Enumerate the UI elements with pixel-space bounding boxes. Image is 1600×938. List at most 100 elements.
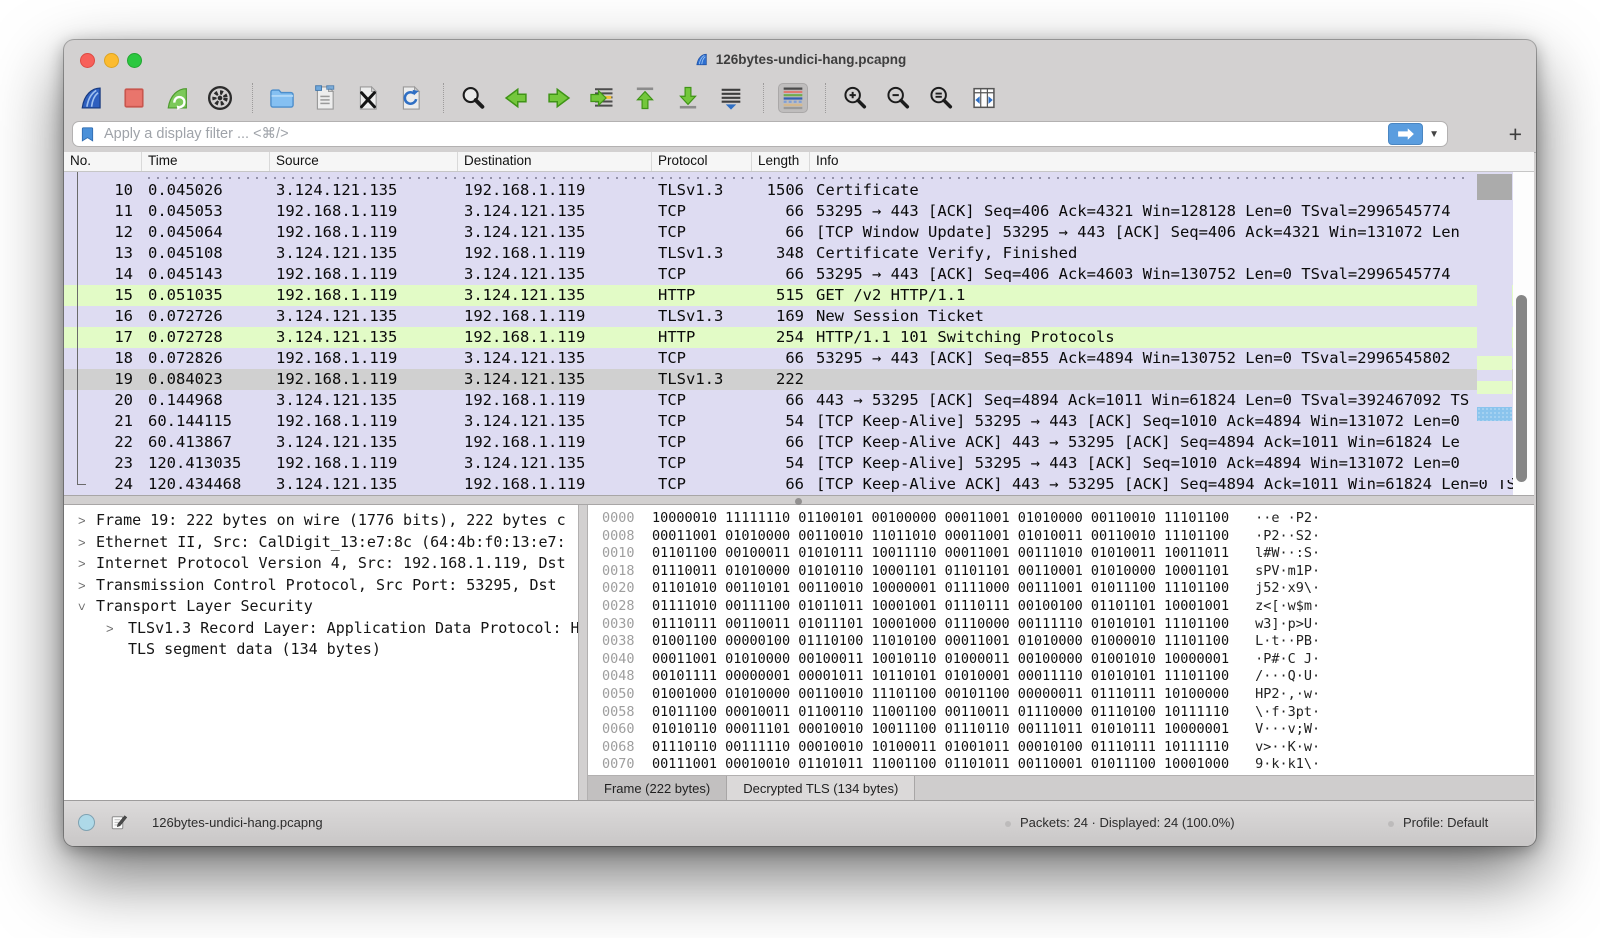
packet-row[interactable]: 24120.4344683.124.121.135192.168.1.119TC… (64, 474, 1534, 495)
packet-cell-time: 0.084023 (142, 369, 270, 390)
open-file-button[interactable] (267, 83, 297, 113)
bookmark-icon[interactable] (79, 126, 96, 143)
scrollbar-thumb[interactable] (1516, 295, 1527, 482)
zoom-reset-button[interactable] (926, 83, 956, 113)
packet-row[interactable]: 110.045053192.168.1.1193.124.121.135TCP6… (64, 201, 1534, 222)
column-header-no[interactable]: No. (64, 152, 142, 171)
go-forward-button[interactable] (544, 83, 574, 113)
restart-capture-button[interactable] (162, 83, 192, 113)
column-header-protocol[interactable]: Protocol (652, 152, 752, 171)
filter-dropdown-chevron-icon[interactable]: ▼ (1429, 129, 1439, 140)
bytes-tab-active[interactable]: Decrypted TLS (134 bytes) (727, 776, 915, 800)
column-header-source[interactable]: Source (270, 152, 458, 171)
close-file-button[interactable] (353, 83, 383, 113)
detail-tree-row[interactable]: > Ethernet II, Src: CalDigit_13:e7:8c (64… (64, 532, 578, 554)
horizontal-splitter[interactable] (64, 495, 1534, 505)
open-file-icon (268, 84, 296, 112)
packet-row[interactable]: 160.0727263.124.121.135192.168.1.119TLSv… (64, 306, 1534, 327)
chevron-right-icon[interactable]: > (78, 532, 86, 554)
packet-bytes-view[interactable]: 000010000010 11111110 01100101 00100000 … (588, 505, 1534, 775)
column-header-length[interactable]: Length (752, 152, 810, 171)
packet-cell-dst: 3.124.121.135 (458, 285, 652, 306)
detail-tree-row[interactable]: >TLSv1.3 Record Layer: Application Data … (64, 618, 578, 640)
stop-capture-button[interactable] (119, 83, 149, 113)
zoom-in-button[interactable] (840, 83, 870, 113)
save-file-button[interactable] (310, 83, 340, 113)
packet-cell-info: Certificate (810, 180, 1534, 201)
go-first-packet-button[interactable] (630, 83, 660, 113)
detail-tree-row[interactable]: >Internet Protocol Version 4, Src: 192.1… (64, 553, 578, 575)
expert-info-icon[interactable] (78, 814, 95, 831)
display-filter-input[interactable] (102, 125, 1388, 143)
start-capture-icon (77, 84, 105, 112)
packet-row[interactable]: 180.072826192.168.1.1193.124.121.135TCP6… (64, 348, 1534, 369)
chevron-right-icon[interactable]: > (78, 510, 86, 532)
packet-cell-info: GET /v2 HTTP/1.1 (810, 285, 1534, 306)
detail-tree-row[interactable]: > Frame 19: 222 bytes on wire (1776 bits)… (64, 510, 578, 532)
resize-columns-button[interactable] (969, 83, 999, 113)
detail-tree-row[interactable]: >Transmission Control Protocol, Src Port… (64, 575, 578, 597)
detail-tree-row[interactable]: TLS segment data (134 bytes) (64, 639, 578, 661)
bytes-bits: 01110111 00110011 01011101 10001000 0111… (652, 616, 1229, 634)
bytes-ascii: ·P#·C J· (1255, 651, 1320, 669)
capture-comment-icon[interactable] (110, 813, 128, 834)
colorize-packets-button[interactable] (778, 83, 808, 113)
packet-cell-dst: 3.124.121.135 (458, 453, 652, 474)
packet-row[interactable]: 100.0450263.124.121.135192.168.1.119TLSv… (64, 180, 1534, 201)
packet-row[interactable]: 23120.413035192.168.1.1193.124.121.135TC… (64, 453, 1534, 474)
packet-cell-time: 0.045053 (142, 201, 270, 222)
packet-cell-dst: 3.124.121.135 (458, 264, 652, 285)
bytes-row: 001801110011 01010000 01010110 10001101 … (588, 563, 1534, 581)
chevron-right-icon[interactable]: > (78, 553, 86, 575)
packet-row[interactable]: 130.0451083.124.121.135192.168.1.119TLSv… (64, 243, 1534, 264)
packet-cell-src: 192.168.1.119 (270, 201, 458, 222)
detail-row-text: Frame 19: 222 bytes on wire (1776 bits),… (96, 511, 566, 529)
scrollbar-track[interactable] (1513, 172, 1534, 495)
intelligent-scrollbar-minimap[interactable] (1477, 172, 1512, 480)
bytes-bits: 01010110 00011101 00010010 10011100 0111… (652, 721, 1229, 739)
packet-row-partial[interactable] (64, 172, 1534, 180)
column-header-time[interactable]: Time (142, 152, 270, 171)
detail-tree-row[interactable]: >Transport Layer Security (64, 596, 578, 618)
chevron-right-icon[interactable]: > (106, 618, 114, 640)
bytes-row: 004800101111 00000001 00001011 10110101 … (588, 668, 1534, 686)
status-profile[interactable]: Profile: Default (1403, 815, 1488, 830)
reload-file-button[interactable] (396, 83, 426, 113)
auto-scroll-button[interactable] (716, 83, 746, 113)
go-to-packet-button[interactable] (587, 83, 617, 113)
vertical-splitter[interactable] (578, 505, 588, 800)
add-filter-button[interactable]: + (1509, 120, 1522, 148)
packet-cell-proto: HTTP (652, 285, 752, 306)
packet-row[interactable]: 140.045143192.168.1.1193.124.121.135TCP6… (64, 264, 1534, 285)
packet-cell-proto: TCP (652, 264, 752, 285)
detail-row-text: Ethernet II, Src: CalDigit_13:e7:8c (64:… (96, 533, 566, 551)
packet-row[interactable]: 120.045064192.168.1.1193.124.121.135TCP6… (64, 222, 1534, 243)
bytes-row: 000800011001 01010000 00110010 11011010 … (588, 528, 1534, 546)
packet-row[interactable]: 2260.4138673.124.121.135192.168.1.119TCP… (64, 432, 1534, 453)
bytes-row: 006801110110 00111110 00010010 10100011 … (588, 739, 1534, 757)
go-back-button[interactable] (501, 83, 531, 113)
bytes-bits: 01101010 00110101 00110010 10000001 0111… (652, 580, 1229, 598)
column-header-destination[interactable]: Destination (458, 152, 652, 171)
packet-row[interactable]: 150.051035192.168.1.1193.124.121.135HTTP… (64, 285, 1534, 306)
start-capture-button[interactable] (76, 83, 106, 113)
minimap-band-selected (1477, 407, 1512, 421)
packet-cell-time: 60.144115 (142, 411, 270, 432)
column-header-info[interactable]: Info (810, 152, 1534, 171)
capture-options-button[interactable] (205, 83, 235, 113)
packet-cell-src: 192.168.1.119 (270, 348, 458, 369)
display-filter-field[interactable]: ▼ (72, 121, 1448, 147)
chevron-down-icon[interactable]: > (71, 603, 93, 611)
packet-row[interactable]: 170.0727283.124.121.135192.168.1.119HTTP… (64, 327, 1534, 348)
zoom-out-button[interactable] (883, 83, 913, 113)
packet-row[interactable]: 200.1449683.124.121.135192.168.1.119TCP6… (64, 390, 1534, 411)
bytes-tab-inactive[interactable]: Frame (222 bytes) (588, 776, 727, 800)
go-last-packet-button[interactable] (673, 83, 703, 113)
bytes-ascii: /···Q·U· (1255, 668, 1320, 686)
packet-row[interactable]: 2160.144115192.168.1.1193.124.121.135TCP… (64, 411, 1534, 432)
chevron-right-icon[interactable]: > (78, 575, 86, 597)
packet-row[interactable]: 190.084023192.168.1.1193.124.121.135TLSv… (64, 369, 1534, 390)
status-packet-counts: Packets: 24 · Displayed: 24 (100.0%) (1020, 815, 1235, 830)
find-packet-button[interactable] (458, 83, 488, 113)
apply-filter-button[interactable] (1388, 123, 1423, 145)
